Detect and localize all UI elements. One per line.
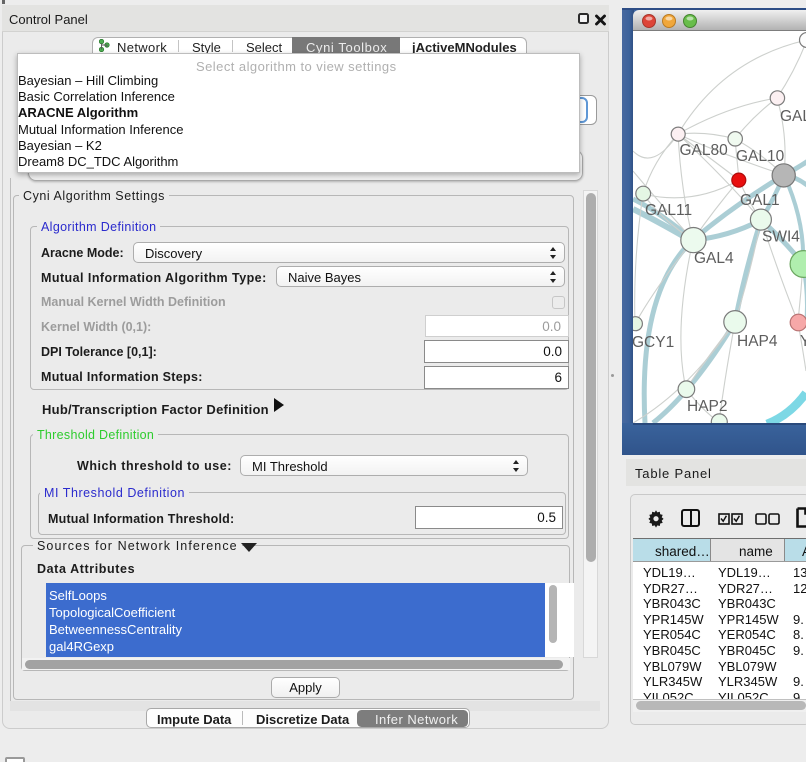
svg-text:GAL2: GAL2 [780, 108, 806, 125]
svg-text:HAP4: HAP4 [737, 333, 778, 350]
svg-text:HAP2: HAP2 [687, 398, 728, 415]
svg-text:GCY1: GCY1 [633, 334, 674, 351]
svg-text:GAL1: GAL1 [740, 192, 780, 209]
svg-text:GAL11: GAL11 [645, 202, 692, 219]
svg-text:SWI4: SWI4 [762, 229, 800, 246]
svg-text:GAL4: GAL4 [694, 250, 734, 267]
svg-text:GAL10: GAL10 [736, 148, 785, 165]
svg-text:GAL80: GAL80 [680, 142, 729, 159]
svg-text:Y: Y [800, 333, 806, 350]
